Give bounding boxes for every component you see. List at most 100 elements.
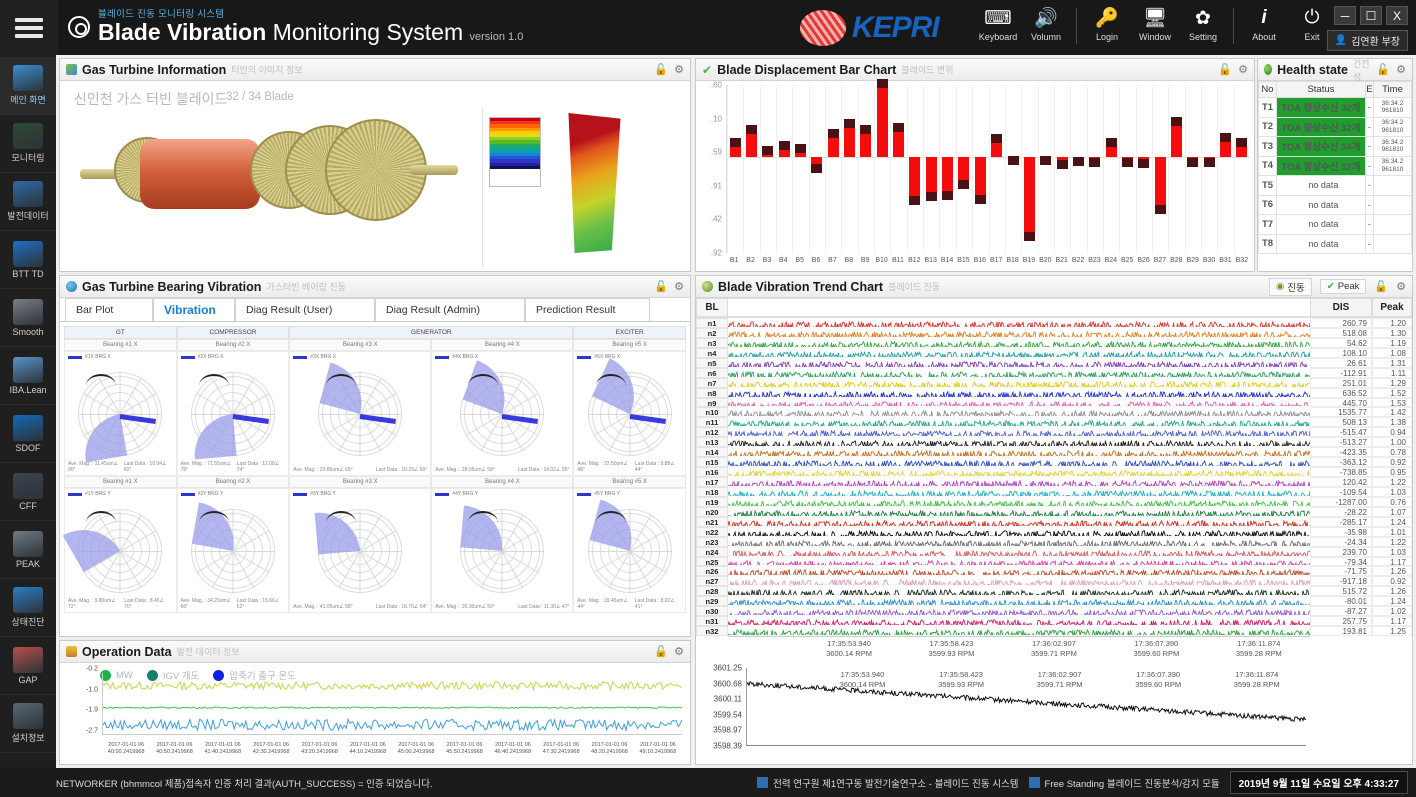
sidebar-item-11[interactable]: GAP <box>0 637 56 695</box>
trend-row[interactable]: n10 1535.77 1.42 <box>696 407 1412 417</box>
polar-plot-cell[interactable]: #3Y BRG Y Ave. Mag. : 41.05um∠ 58° Last Da… <box>289 488 432 613</box>
trend-row[interactable]: n31 257.75 1.17 <box>696 616 1412 626</box>
polar-plot-cell[interactable]: #4X BRG X Ave. Mag. : 28.05um∠ 58° Last Da… <box>431 351 574 476</box>
trend-row[interactable]: n12 -515.47 0.94 <box>696 427 1412 437</box>
maximize-button[interactable]: ☐ <box>1360 6 1382 25</box>
trend-row[interactable]: n20 -28.22 1.07 <box>696 506 1412 517</box>
trend-row[interactable]: n28 515.72 1.26 <box>696 586 1412 596</box>
gear-icon[interactable]: ⚙ <box>674 280 684 293</box>
trend-row[interactable]: n26 -71.75 1.26 <box>696 566 1412 576</box>
tab-diag-result-admin[interactable]: Diag Result (Admin) <box>375 298 525 321</box>
polar-plot-cell[interactable]: #5Y BRG Y Ave. Mag. : 19.45um∠ 44° Last Da… <box>573 488 687 613</box>
sidebar-item-3[interactable]: 발전데이터 <box>0 173 56 231</box>
trend-row[interactable]: n11 508.13 1.38 <box>696 417 1412 427</box>
trend-row[interactable]: n4 108.10 1.08 <box>696 347 1412 358</box>
table-row[interactable]: T3 TOA 정상수신 34개 -36:34.2 961810 <box>1258 136 1412 157</box>
polar-plot-cell[interactable]: #5X BRG X Ave. Mag. : 22.50um∠ 48° Last Da… <box>573 351 687 476</box>
sidebar-item-label: GAP <box>18 674 38 685</box>
trend-row[interactable]: n23 -24.34 1.22 <box>696 536 1412 547</box>
sidebar-item-7[interactable]: SDOF <box>0 405 56 463</box>
gear-icon[interactable]: ⚙ <box>674 63 684 76</box>
trend-row[interactable]: n18 -109.54 1.03 <box>696 486 1412 497</box>
trend-row[interactable]: n9 445.70 1.53 <box>696 397 1412 407</box>
peak-toggle-button[interactable]: ✔ Peak <box>1319 279 1367 294</box>
trend-row[interactable]: n2 518.08 1.30 <box>696 327 1412 338</box>
sidebar-item-1[interactable]: 메인 화면 <box>0 57 56 115</box>
trend-row[interactable]: n24 239.70 1.03 <box>696 546 1412 557</box>
row-status: TOA 정상수신 32개 <box>1276 155 1366 176</box>
tab-bar-plot[interactable]: Bar Plot <box>65 298 153 321</box>
lock-icon[interactable]: 🔓 <box>654 63 668 76</box>
trend-row[interactable]: n32 193.81 1.25 <box>696 626 1412 636</box>
trend-row[interactable]: n13 -513.27 1.00 <box>696 437 1412 447</box>
toolbar-keyboard-button[interactable]: ⌨ Keyboard <box>975 4 1021 43</box>
x-tick-label: B9 <box>860 257 870 264</box>
trend-row[interactable]: n14 -423.35 0.78 <box>696 447 1412 457</box>
lock-icon[interactable]: 🔓 <box>1218 63 1232 76</box>
trend-row[interactable]: n25 -79.34 1.17 <box>696 556 1412 566</box>
table-row[interactable]: T8 no data - <box>1258 233 1412 254</box>
gear-icon[interactable]: ⚙ <box>674 645 684 658</box>
table-row[interactable]: T7 no data - <box>1258 214 1412 235</box>
current-user-badge[interactable]: 👤 김연환 부장 <box>1326 30 1408 51</box>
table-row[interactable]: T2 TOA 정상수신 32개 -36:34.2 961810 <box>1258 116 1412 137</box>
menu-toggle-button[interactable] <box>0 0 58 55</box>
gear-icon[interactable]: ⚙ <box>1396 280 1406 293</box>
sidebar-item-4[interactable]: BTT TD <box>0 231 56 289</box>
toolbar-setting-button[interactable]: ✿ Setting <box>1180 4 1226 43</box>
trend-row[interactable]: n27 -917.18 0.92 <box>696 576 1412 586</box>
polar-plot-cell[interactable]: #3X BRG X Ave. Mag. : 33.85um∠ 65° Last Da… <box>289 351 432 476</box>
polar-plot-cell[interactable]: #1X BRG X Ave. Mag. : 11.45um∠ 90° Last Da… <box>64 351 177 476</box>
minimize-button[interactable]: ─ <box>1334 6 1356 25</box>
trend-row[interactable]: n29 -80.01 1.24 <box>696 596 1412 606</box>
table-row[interactable]: T6 no data - <box>1258 194 1412 215</box>
toolbar-login-button[interactable]: 🔑 Login <box>1084 4 1130 42</box>
trend-row-signal <box>728 328 1310 338</box>
sidebar-item-5[interactable]: Smooth <box>0 289 56 347</box>
lock-icon[interactable]: 🔓 <box>1374 280 1388 293</box>
trend-row[interactable]: n3 54.62 1.19 <box>696 337 1412 348</box>
polar-plot-cell[interactable]: #1Y BRG Y Ave. Mag. : 9.80um∠ 72° Last Dat… <box>64 488 177 613</box>
sidebar-item-label: PEAK <box>15 558 40 569</box>
trend-row[interactable]: n30 -87.27 1.02 <box>696 606 1412 616</box>
toolbar-about-button[interactable]: i About <box>1241 4 1287 42</box>
sidebar-item-6[interactable]: IBA.Lean <box>0 347 56 405</box>
toolbar-volume-button[interactable]: 🔊 Volumn <box>1023 4 1069 42</box>
trend-row[interactable]: n17 120.42 1.22 <box>696 477 1412 487</box>
tab-vibration[interactable]: Vibration <box>153 298 235 321</box>
sidebar-item-8[interactable]: CFF <box>0 463 56 521</box>
trend-row[interactable]: n7 251.01 1.29 <box>696 377 1412 388</box>
trend-row[interactable]: n16 -738.85 0.95 <box>696 467 1412 477</box>
polar-plot-cell[interactable]: #2X BRG X Ave. Mag. : 71.55um∠ 78° Last Da… <box>176 351 290 476</box>
polar-plot-cell[interactable]: #4Y BRG Y Ave. Mag. : 26.30um∠ 50° Last Da… <box>431 488 574 613</box>
tab-prediction-result[interactable]: Prediction Result <box>525 298 650 321</box>
trend-row[interactable]: n5 26.61 1.31 <box>696 357 1412 368</box>
tab-diag-result-user[interactable]: Diag Result (User) <box>235 298 375 321</box>
trend-row[interactable]: n19 -1287.00 0.76 <box>696 496 1412 507</box>
sidebar-item-2[interactable]: 모니터링 <box>0 115 56 173</box>
vibration-toggle-button[interactable]: ◉ 진동 <box>1269 277 1312 296</box>
toolbar-window-button[interactable]: 🖥 Window <box>1132 4 1178 42</box>
gear-icon[interactable]: ⚙ <box>1396 63 1406 76</box>
table-row[interactable]: T4 TOA 정상수신 32개 -36:34.2 961810 <box>1258 155 1412 176</box>
trend-row[interactable]: n15 -363.12 0.92 <box>696 457 1412 467</box>
gear-icon[interactable]: ⚙ <box>1238 63 1248 76</box>
table-row[interactable]: T1 TOA 정상수신 32개 -36:34.2 961810 <box>1258 97 1412 118</box>
sidebar-item-9[interactable]: PEAK <box>0 521 56 579</box>
lock-icon[interactable]: 🔓 <box>654 280 668 293</box>
close-button[interactable]: X <box>1386 6 1408 25</box>
table-row[interactable]: T5 no data - <box>1258 175 1412 196</box>
sidebar-item-10[interactable]: 상태진단 <box>0 579 56 637</box>
trend-row[interactable]: n6 -112.91 1.11 <box>696 367 1412 378</box>
trend-row-peak: 1.26 <box>1372 586 1412 596</box>
lock-icon[interactable]: 🔓 <box>1376 63 1390 76</box>
lock-icon[interactable]: 🔓 <box>654 645 668 658</box>
trend-row[interactable]: n21 -285.17 1.24 <box>696 516 1412 527</box>
trend-row-label: n11 <box>696 417 728 427</box>
trend-row[interactable]: n22 -35.98 1.01 <box>696 526 1412 537</box>
trend-row[interactable]: n8 636.52 1.52 <box>696 387 1412 398</box>
x-tick-label: B4 <box>779 257 788 264</box>
polar-plot-cell[interactable]: #2Y BRG Y Ave. Mag. : 34.20um∠ 66° Last Da… <box>176 488 290 613</box>
sidebar-item-12[interactable]: 설치정보 <box>0 695 56 753</box>
trend-row[interactable]: n1 260.79 1.20 <box>696 318 1412 328</box>
